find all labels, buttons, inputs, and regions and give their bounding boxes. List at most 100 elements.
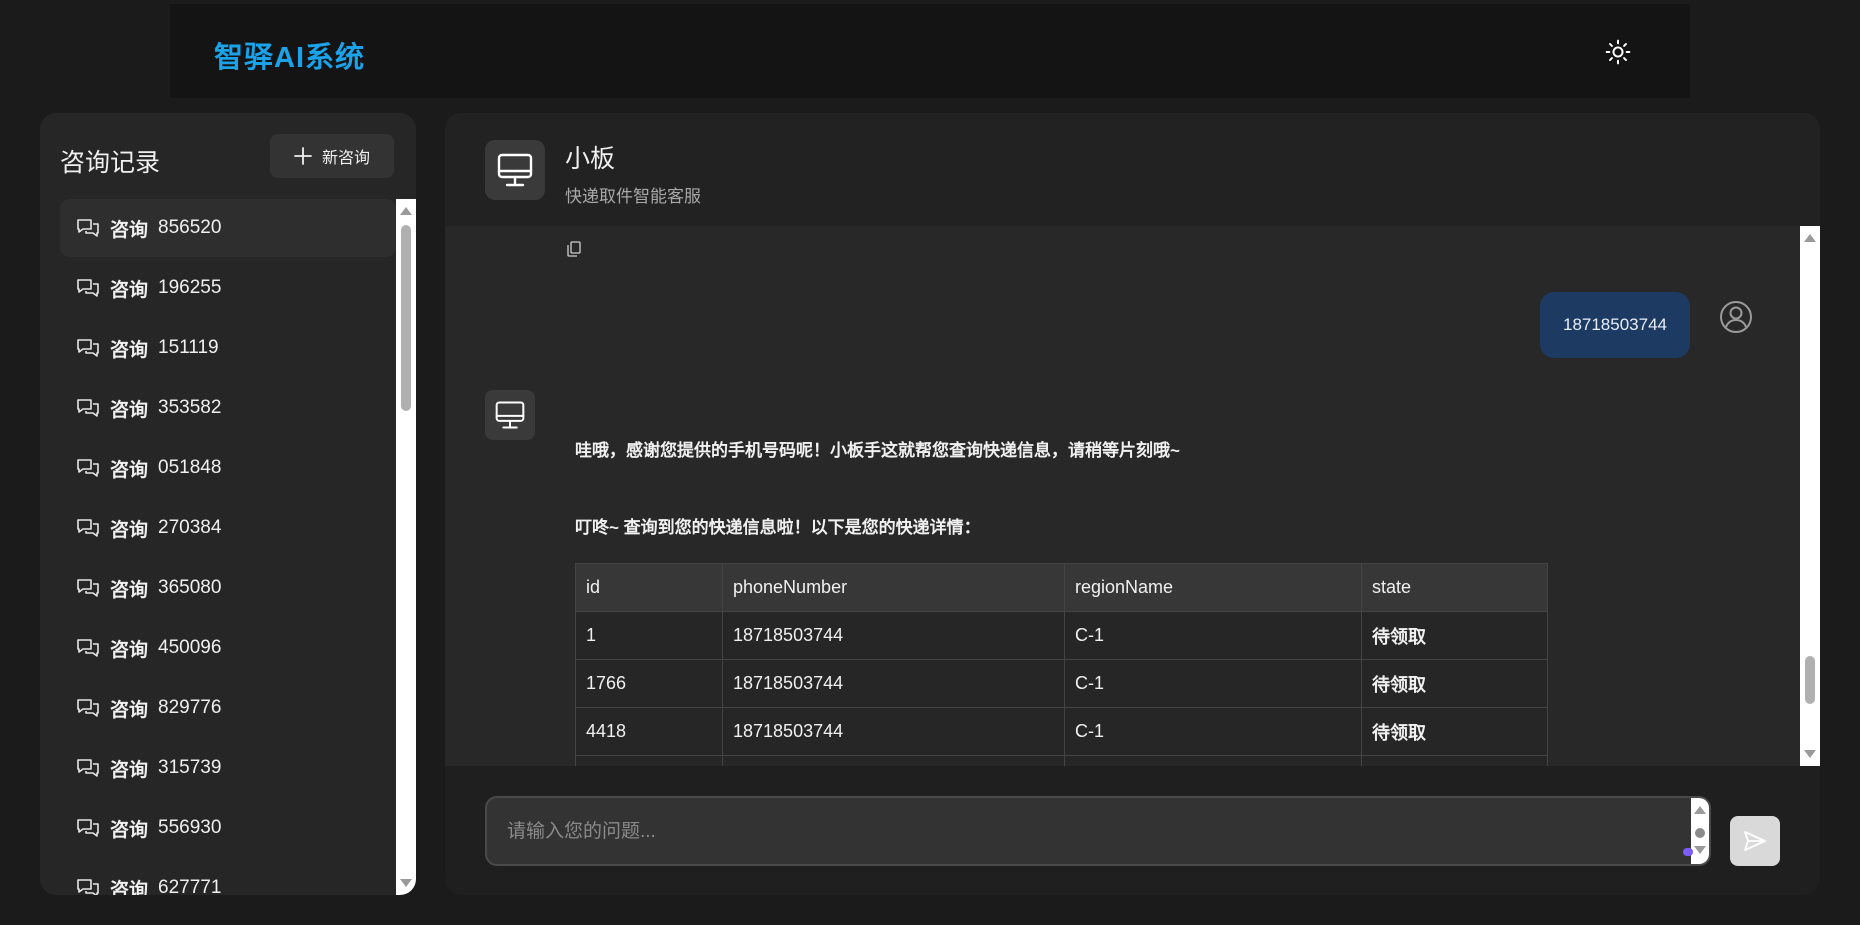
table-cell: C-1 — [1064, 611, 1362, 660]
table-row — [575, 755, 1548, 766]
chat-header: 小板 快递取件智能客服 — [445, 113, 1820, 226]
chat-panel: 小板 快递取件智能客服 18718503744 哇哦，感谢您提供的手机号码呢！小… — [445, 113, 1820, 895]
table-cell: 待领取 — [1361, 707, 1548, 756]
history-item-prefix: 咨询 — [110, 219, 149, 241]
chat-bubbles-icon — [77, 579, 99, 597]
send-button[interactable] — [1730, 816, 1780, 866]
monitor-icon — [497, 153, 533, 187]
chat-bubbles-icon — [77, 699, 99, 717]
scrollbar-thumb[interactable] — [401, 225, 411, 411]
scroll-down-arrow[interactable] — [1694, 846, 1706, 854]
table-cell: C-1 — [1064, 707, 1362, 756]
history-item-id: 365080 — [158, 577, 222, 598]
history-item-prefix: 咨询 — [110, 279, 149, 301]
history-item[interactable]: 咨询 365080 — [60, 559, 396, 617]
table-row: 1 18718503744 C-1 待领取 — [575, 611, 1548, 660]
chat-bubbles-icon — [77, 339, 99, 357]
theme-toggle-button[interactable] — [1598, 32, 1638, 72]
table-row: 4418 18718503744 C-1 待领取 — [575, 707, 1548, 756]
sidebar-scrollbar[interactable] — [396, 199, 416, 895]
question-input-box[interactable] — [485, 796, 1711, 866]
table-cell: 18718503744 — [722, 707, 1065, 756]
table-cell — [1064, 755, 1362, 766]
brand-logo: 智驿AI系统 — [214, 42, 366, 74]
history-item[interactable]: 咨询 627771 — [60, 859, 396, 895]
chat-bubbles-icon — [77, 399, 99, 417]
bot-message-line: 叮咚~ 查询到您的快递信息啦！以下是您的快递详情： — [575, 518, 981, 537]
bot-message-line: 哇哦，感谢您提供的手机号码呢！小板手这就帮您查询快递信息，请稍等片刻哦~ — [575, 441, 1180, 460]
scroll-down-arrow[interactable] — [1804, 750, 1816, 758]
history-item-prefix: 咨询 — [110, 759, 149, 781]
history-item[interactable]: 咨询 353582 — [60, 379, 396, 437]
monitor-icon — [495, 401, 525, 429]
input-scrollbar[interactable] — [1691, 798, 1709, 864]
scroll-up-arrow[interactable] — [1694, 806, 1706, 814]
bot-avatar — [485, 140, 545, 200]
history-list: 咨询 856520 咨询 196255 咨询 151119 咨询 353582 … — [60, 199, 416, 895]
table-cell: C-1 — [1064, 659, 1362, 708]
scroll-up-arrow[interactable] — [1804, 234, 1816, 242]
bot-avatar-small — [485, 390, 535, 440]
resize-handle[interactable] — [1683, 848, 1693, 856]
bot-name: 小板 — [565, 145, 616, 173]
history-item-id: 829776 — [158, 697, 222, 718]
history-item-prefix: 咨询 — [110, 879, 149, 896]
history-item[interactable]: 咨询 196255 — [60, 259, 396, 317]
history-item[interactable]: 咨询 450096 — [60, 619, 396, 677]
copy-icon[interactable] — [567, 241, 581, 262]
history-item[interactable]: 咨询 151119 — [60, 319, 396, 377]
chat-bubbles-icon — [77, 519, 99, 537]
table-cell: 1766 — [575, 659, 723, 708]
messages-scrollbar[interactable] — [1800, 226, 1820, 766]
table-header-row: id phoneNumber regionName state — [575, 563, 1548, 612]
history-item-prefix: 咨询 — [110, 699, 149, 721]
bot-description: 快递取件智能客服 — [565, 187, 701, 206]
table-row: 1766 18718503744 C-1 待领取 — [575, 659, 1548, 708]
plus-icon — [294, 147, 312, 165]
result-table: id phoneNumber regionName state 1 187185… — [575, 563, 1548, 766]
sidebar-title: 咨询记录 — [60, 149, 161, 177]
history-item[interactable]: 咨询 829776 — [60, 679, 396, 737]
chat-bubbles-icon — [77, 639, 99, 657]
history-item-id: 627771 — [158, 877, 222, 895]
history-item-prefix: 咨询 — [110, 339, 149, 361]
history-item-id: 450096 — [158, 637, 222, 658]
new-consultation-button[interactable]: 新咨询 — [270, 134, 394, 178]
sun-icon — [1605, 39, 1631, 65]
table-header-cell: id — [575, 563, 723, 612]
history-item-id: 856520 — [158, 217, 222, 238]
history-item[interactable]: 咨询 856520 — [60, 199, 396, 257]
table-cell — [575, 755, 723, 766]
chat-bubbles-icon — [77, 219, 99, 237]
chat-bubbles-icon — [77, 279, 99, 297]
history-item[interactable]: 咨询 051848 — [60, 439, 396, 497]
table-header-cell: state — [1361, 563, 1548, 612]
scroll-up-arrow[interactable] — [400, 207, 412, 215]
history-item-id: 196255 — [158, 277, 222, 298]
new-consultation-label: 新咨询 — [321, 150, 370, 167]
scroll-down-arrow[interactable] — [400, 879, 412, 887]
history-item[interactable]: 咨询 556930 — [60, 799, 396, 857]
chat-bubbles-icon — [77, 759, 99, 777]
history-item-prefix: 咨询 — [110, 819, 149, 841]
table-cell: 4418 — [575, 707, 723, 756]
table-cell: 待领取 — [1361, 659, 1548, 708]
history-item-id: 270384 — [158, 517, 222, 538]
history-item-id: 151119 — [158, 337, 219, 358]
table-cell: 待领取 — [1361, 611, 1548, 660]
history-sidebar: 咨询记录 新咨询 咨询 856520 咨询 196255 咨询 151119 咨… — [40, 113, 416, 895]
question-input[interactable] — [505, 798, 1679, 864]
top-bar: 智驿AI系统 — [170, 4, 1690, 98]
table-cell: 1 — [575, 611, 723, 660]
history-item[interactable]: 咨询 270384 — [60, 499, 396, 557]
history-item[interactable]: 咨询 315739 — [60, 739, 396, 797]
send-icon — [1744, 831, 1766, 851]
user-avatar-icon — [1718, 299, 1754, 340]
scrollbar-thumb[interactable] — [1805, 656, 1815, 704]
user-message-bubble: 18718503744 — [1540, 292, 1690, 358]
chat-bubbles-icon — [77, 819, 99, 837]
user-message-text: 18718503744 — [1562, 315, 1667, 334]
scrollbar-thumb[interactable] — [1695, 828, 1705, 838]
history-item-prefix: 咨询 — [110, 459, 149, 481]
table-header-cell: regionName — [1064, 563, 1362, 612]
